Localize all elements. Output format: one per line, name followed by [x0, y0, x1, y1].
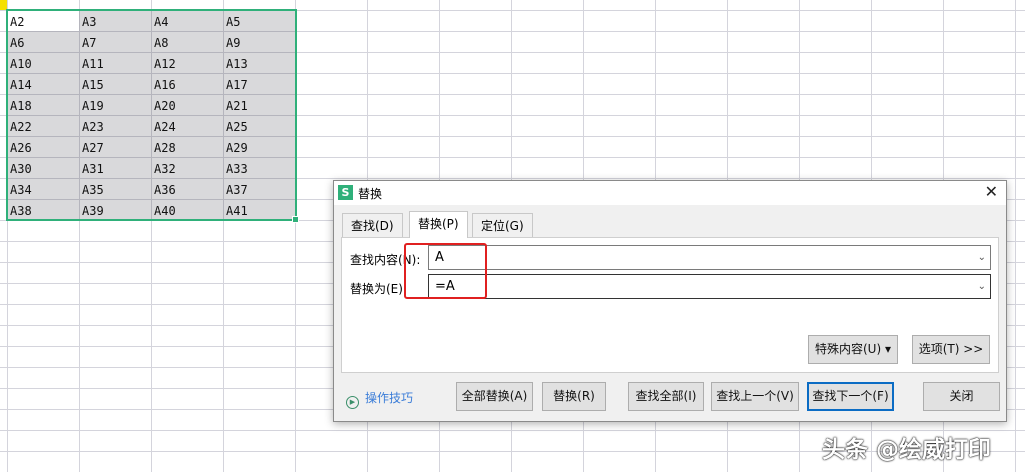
close-button[interactable]: 关闭 [923, 382, 1000, 411]
fill-handle[interactable] [292, 216, 299, 223]
chevron-down-icon[interactable]: ⌄ [978, 275, 986, 298]
find-all-button[interactable]: 查找全部(I) [628, 382, 704, 411]
special-content-button[interactable]: 特殊内容(U) ▾ [808, 335, 898, 364]
tips-link[interactable]: ▶ 操作技巧 [346, 389, 413, 409]
tab-find[interactable]: 查找(D) [342, 213, 403, 237]
watermark: 头条 @绘威打印 [822, 437, 992, 463]
options-button[interactable]: 选项(T) >> [912, 335, 990, 364]
replace-dialog: S 替换 ✕ 查找(D) 替换(P) 定位(G) 查找内容(N): A ⌄ 替换为… [333, 180, 1007, 422]
chevron-down-icon[interactable]: ⌄ [978, 246, 986, 269]
dialog-title: 替换 [358, 187, 383, 201]
close-icon[interactable]: ✕ [985, 182, 998, 201]
replace-button[interactable]: 替换(R) [542, 382, 606, 411]
tab-goto[interactable]: 定位(G) [472, 213, 533, 237]
find-input[interactable]: A ⌄ [428, 245, 991, 270]
play-icon: ▶ [346, 396, 359, 409]
highlight-annotation [404, 243, 487, 299]
replace-input[interactable]: =A ⌄ [428, 274, 991, 299]
replace-label: 替换为(E): [350, 282, 407, 296]
find-next-button[interactable]: 查找下一个(F) [807, 382, 894, 411]
selection-border [6, 9, 297, 221]
find-previous-button[interactable]: 查找上一个(V) [711, 382, 799, 411]
title-bar[interactable]: S 替换 ✕ [334, 181, 1006, 205]
app-logo-icon: S [338, 185, 353, 200]
tab-replace[interactable]: 替换(P) [409, 211, 468, 238]
tips-label: 操作技巧 [365, 391, 414, 405]
replace-all-button[interactable]: 全部替换(A) [456, 382, 533, 411]
